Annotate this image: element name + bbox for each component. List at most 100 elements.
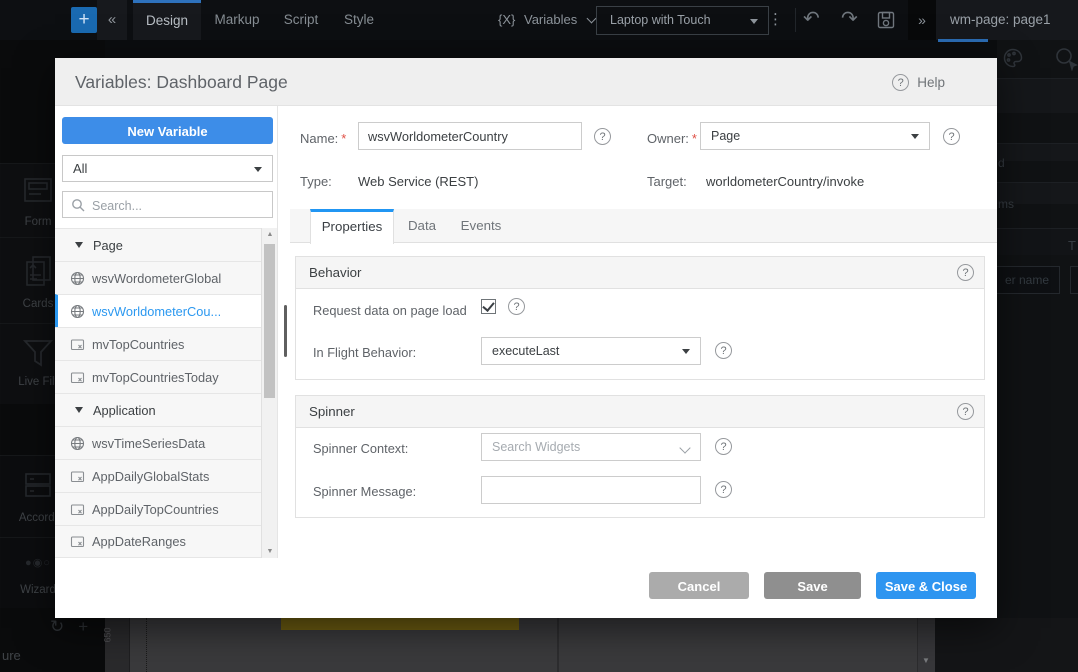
target-value: worldometerCountry/invoke — [706, 174, 864, 189]
variable-item-5[interactable]: AppDailyGlobalStats — [55, 459, 277, 492]
name-help-icon[interactable]: ? — [594, 128, 611, 145]
variable-item-3[interactable]: mvTopCountriesToday — [55, 360, 277, 393]
save-project-icon[interactable] — [876, 10, 896, 35]
inflight-behavior-value: executeLast — [482, 338, 700, 364]
canvas-panel-divider — [557, 618, 559, 672]
right-panel-input-fragment[interactable] — [1070, 266, 1078, 294]
web-service-icon — [70, 304, 85, 319]
device-selector-value: Laptop with Touch — [610, 13, 711, 27]
variable-item-2[interactable]: mvTopCountries — [55, 327, 277, 360]
caret-down-icon — [750, 19, 758, 24]
theme-palette-icon[interactable] — [1002, 47, 1024, 74]
variable-search-box — [62, 191, 273, 218]
group-label: Application — [93, 403, 156, 418]
tab-design[interactable]: Design — [133, 0, 201, 40]
expand-panel-icon[interactable]: » — [908, 0, 936, 40]
caret-down-icon — [911, 134, 919, 139]
inflight-help-icon[interactable]: ? — [715, 342, 732, 359]
dialog-tabstrip — [290, 209, 997, 243]
page-tab[interactable]: wm-page: page1 — [936, 0, 1078, 40]
new-variable-button[interactable]: New Variable — [62, 117, 273, 144]
tab-events[interactable]: Events — [455, 209, 507, 243]
spinner-message-help-icon[interactable]: ? — [715, 481, 732, 498]
redo-icon[interactable]: ↷ — [841, 0, 858, 40]
variables-dialog: Variables: Dashboard Page ? Help New Var… — [55, 58, 997, 618]
cancel-button[interactable]: Cancel — [649, 572, 749, 599]
spinner-context-help-icon[interactable]: ? — [715, 438, 732, 455]
group-header-application[interactable]: Application — [55, 393, 277, 426]
right-panel-row — [997, 228, 1078, 255]
name-label: Name:* — [300, 131, 346, 146]
inspect-element-icon[interactable] — [1053, 45, 1078, 76]
spinner-message-input[interactable] — [481, 476, 701, 504]
undo-icon[interactable]: ↶ — [803, 0, 820, 40]
canvas-guide-line — [146, 618, 147, 672]
behavior-section: Behavior ? Request data on page load ? I… — [295, 256, 985, 380]
inflight-behavior-select[interactable]: executeLast — [481, 337, 701, 365]
collapse-caret-icon — [75, 242, 83, 248]
tab-style[interactable]: Style — [333, 0, 385, 40]
behavior-help-icon[interactable]: ? — [957, 264, 974, 281]
right-panel-text-fragment: ms — [998, 197, 1014, 211]
owner-select[interactable]: Page — [700, 122, 930, 150]
ruler-label: 650 — [103, 627, 113, 642]
spinner-context-placeholder: Search Widgets — [482, 434, 700, 460]
canvas-outer-area — [935, 618, 1078, 672]
variables-menu-button[interactable]: {X} Variables — [498, 0, 595, 40]
model-variable-icon — [70, 534, 85, 549]
collapse-panel-icon[interactable]: « — [97, 0, 127, 40]
name-input[interactable] — [358, 122, 582, 150]
owner-help-icon[interactable]: ? — [943, 128, 960, 145]
ide-screen: + « Design Markup Script Style {X} Varia… — [0, 0, 1078, 672]
save-button[interactable]: Save — [764, 572, 861, 599]
add-icon[interactable]: + — [78, 617, 102, 636]
spinner-context-select[interactable]: Search Widgets — [481, 433, 701, 461]
design-canvas[interactable] — [105, 618, 935, 672]
variable-item-1-selected[interactable]: wsvWorldometerCou... — [55, 294, 277, 327]
scroll-down-icon[interactable]: ▼ — [922, 656, 930, 665]
tab-script[interactable]: Script — [273, 0, 329, 40]
variable-item-0[interactable]: wsvWordometerGlobal — [55, 261, 277, 294]
caret-down-icon — [682, 349, 690, 354]
right-panel-text-fragment: d — [998, 156, 1005, 170]
tab-data[interactable]: Data — [402, 209, 442, 243]
variable-list: Page wsvWordometerGlobal wsvWorldometerC… — [55, 228, 277, 558]
variable-item-4[interactable]: wsvTimeSeriesData — [55, 426, 277, 459]
variable-item-label: AppDailyGlobalStats — [92, 469, 209, 484]
scroll-down-icon[interactable]: ▼ — [262, 548, 278, 555]
model-variable-icon — [70, 370, 85, 385]
variable-filter-select[interactable]: All — [62, 155, 273, 182]
inflight-behavior-label: In Flight Behavior: — [313, 345, 416, 360]
search-input[interactable] — [90, 194, 269, 217]
variable-item-label: wsvWorldometerCou... — [92, 304, 221, 319]
group-header-page[interactable]: Page — [55, 228, 277, 261]
variable-item-7[interactable]: AppDateRanges — [55, 525, 277, 558]
add-widget-button[interactable]: + — [71, 7, 97, 33]
scrollbar-thumb[interactable] — [264, 244, 275, 398]
dialog-content-scrollbar[interactable] — [284, 305, 287, 357]
request-data-checkbox[interactable] — [481, 299, 496, 314]
tab-markup[interactable]: Markup — [205, 0, 269, 40]
device-selector[interactable]: Laptop with Touch — [596, 6, 769, 35]
variable-item-label: AppDateRanges — [92, 534, 186, 549]
help-link[interactable]: ? Help — [892, 58, 945, 106]
refresh-icon[interactable]: ↻ — [50, 617, 78, 636]
more-options-icon[interactable]: ⋮ — [768, 0, 783, 40]
request-data-label: Request data on page load — [313, 303, 467, 318]
spinner-context-label: Spinner Context: — [313, 441, 408, 456]
caret-down-icon — [254, 167, 262, 172]
help-question-icon: ? — [892, 74, 909, 91]
right-panel-row — [997, 143, 1078, 161]
request-data-help-icon[interactable]: ? — [508, 298, 525, 315]
web-service-icon — [70, 436, 85, 451]
dialog-title: Variables: Dashboard Page — [75, 58, 288, 106]
scroll-up-icon[interactable]: ▲ — [262, 231, 278, 238]
variable-list-scrollbar[interactable]: ▲ ▼ — [261, 228, 277, 558]
spinner-help-icon[interactable]: ? — [957, 403, 974, 420]
variable-item-label: wsvTimeSeriesData — [92, 436, 205, 451]
save-and-close-button[interactable]: Save & Close — [876, 572, 976, 599]
behavior-section-title: Behavior — [309, 257, 361, 288]
tab-properties[interactable]: Properties — [310, 209, 394, 244]
selected-widget-highlight[interactable] — [281, 618, 519, 630]
variable-item-6[interactable]: AppDailyTopCountries — [55, 492, 277, 525]
